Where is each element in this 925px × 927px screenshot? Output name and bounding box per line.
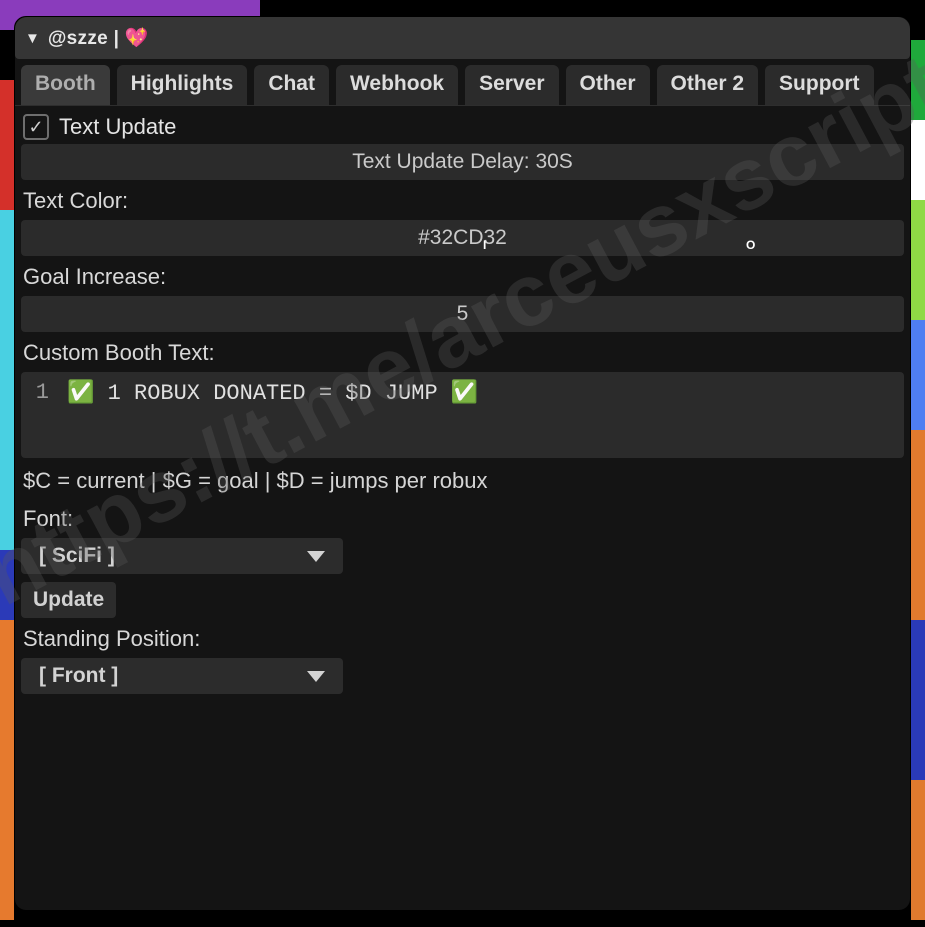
tab-other[interactable]: Other bbox=[566, 65, 650, 105]
title-text: @szze | 💖 bbox=[48, 26, 149, 50]
text-color-input[interactable]: #32CD32 bbox=[21, 220, 904, 256]
tab-server[interactable]: Server bbox=[465, 65, 558, 105]
standing-value: [ Front ] bbox=[39, 664, 118, 688]
line-number: 1 bbox=[31, 380, 49, 450]
main-panel: ▼ @szze | 💖 Booth Highlights Chat Webhoo… bbox=[14, 16, 911, 911]
tab-chat[interactable]: Chat bbox=[254, 65, 329, 105]
bg-marker-o: O bbox=[746, 238, 755, 252]
text-color-label: Text Color: bbox=[21, 180, 904, 220]
titlebar[interactable]: ▼ @szze | 💖 bbox=[15, 17, 910, 59]
update-button[interactable]: Update bbox=[21, 582, 116, 618]
standing-dropdown[interactable]: [ Front ] bbox=[21, 658, 343, 694]
bg-marker-i: I bbox=[483, 238, 486, 252]
variable-legend: $C = current | $G = goal | $D = jumps pe… bbox=[21, 458, 904, 498]
tab-highlights[interactable]: Highlights bbox=[117, 65, 248, 105]
goal-increase-input[interactable]: 5 bbox=[21, 296, 904, 332]
font-dropdown[interactable]: [ SciFi ] bbox=[21, 538, 343, 574]
custom-booth-textarea[interactable]: 1 ✅ 1 ROBUX DONATED = $D JUMP ✅ bbox=[21, 372, 904, 458]
chevron-down-icon bbox=[307, 671, 325, 682]
panel-body: ✓ Text Update I O Text Update Delay: 30S… bbox=[15, 106, 910, 910]
text-update-label: Text Update bbox=[59, 114, 176, 140]
tab-webhook[interactable]: Webhook bbox=[336, 65, 458, 105]
tab-booth[interactable]: Booth bbox=[21, 65, 110, 105]
tab-support[interactable]: Support bbox=[765, 65, 873, 105]
standing-label: Standing Position: bbox=[21, 618, 904, 658]
text-update-delay-input[interactable]: Text Update Delay: 30S bbox=[21, 144, 904, 180]
font-value: [ SciFi ] bbox=[39, 544, 115, 568]
font-label: Font: bbox=[21, 498, 904, 538]
tab-other-2[interactable]: Other 2 bbox=[657, 65, 759, 105]
collapse-icon[interactable]: ▼ bbox=[25, 31, 40, 46]
chevron-down-icon bbox=[307, 551, 325, 562]
custom-booth-content: ✅ 1 ROBUX DONATED = $D JUMP ✅ bbox=[67, 380, 478, 450]
text-update-checkbox[interactable]: ✓ bbox=[23, 114, 49, 140]
tabbar: Booth Highlights Chat Webhook Server Oth… bbox=[15, 59, 910, 106]
goal-increase-label: Goal Increase: bbox=[21, 256, 904, 296]
custom-booth-label: Custom Booth Text: bbox=[21, 332, 904, 372]
